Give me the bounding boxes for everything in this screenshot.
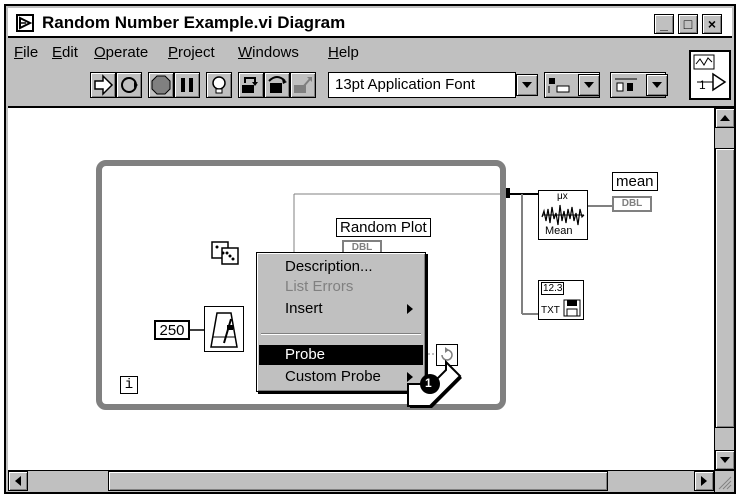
callout-marker: 1 [406,359,466,420]
callout-number: 1 [425,376,432,390]
font-dropdown-button[interactable] [516,74,538,96]
arrow-down-icon [720,457,730,463]
scroll-down-button[interactable] [715,450,735,470]
vertical-scrollbar[interactable] [714,106,735,470]
menu-item-list-errors[interactable]: List Errors [259,277,423,297]
vi-diagram-window: Random Number Example.vi Diagram _ □ × F… [4,4,736,494]
highlight-execution-button[interactable] [206,72,232,98]
menu-separator [261,333,421,335]
connector-label: 1 [699,78,706,92]
dice-icon [211,241,239,265]
window-title: Random Number Example.vi Diagram [42,13,346,32]
submenu-arrow-icon [407,304,413,314]
arrow-up-icon [720,115,730,121]
menu-item-custom-probe[interactable]: Custom Probe [259,367,423,387]
block-diagram[interactable]: i 250 Random Plot DBL μx Mean mean DBL 1… [8,106,714,470]
menu-item-probe[interactable]: Probe [259,345,423,365]
resize-grip-icon [718,476,732,490]
pause-button[interactable] [174,72,200,98]
wait-constant[interactable]: 250 [154,320,190,340]
abort-button[interactable] [148,72,174,98]
arrow-left-icon [15,476,21,486]
close-button[interactable]: × [702,14,722,34]
step-into-button[interactable] [238,72,264,98]
menu-operate[interactable]: Operate [94,44,148,61]
stop-icon [151,75,171,95]
context-menu: Description... List Errors Insert Probe … [256,252,426,392]
vi-icon [693,54,727,92]
mean-function[interactable]: μx Mean [538,190,588,240]
scroll-left-button[interactable] [8,471,28,491]
align-icon [548,78,570,93]
mean-symbol: μx [557,191,568,202]
step-out-icon [294,77,312,93]
run-continuously-icon [121,77,138,93]
mean-label[interactable]: mean [612,172,658,191]
run-button[interactable] [90,72,116,98]
horizontal-scroll-thumb[interactable] [108,471,608,491]
format-icon-top: 12.3 [541,282,565,295]
title-bar[interactable]: Random Number Example.vi Diagram _ □ × [8,8,732,38]
labview-window-icon [16,14,34,32]
menu-item-description[interactable]: Description... [259,257,423,277]
step-out-button[interactable] [290,72,316,98]
random-number-function[interactable] [208,238,242,268]
random-plot-label[interactable]: Random Plot [336,218,431,237]
maximize-button[interactable]: □ [678,14,698,34]
metronome-icon [210,312,238,348]
scroll-up-button[interactable] [715,108,735,128]
menu-bar: File Edit Operate Project Windows Help [8,42,668,64]
menu-file[interactable]: File [14,44,38,61]
step-over-icon [268,76,287,93]
mean-terminal[interactable]: DBL [612,196,652,212]
menu-windows[interactable]: Windows [238,44,299,61]
distribute-icon [615,78,637,92]
distribute-dropdown-button[interactable] [646,74,668,96]
wait-function[interactable] [204,306,244,352]
toolbar: 13pt Application Font [6,66,734,104]
menu-edit[interactable]: Edit [52,44,78,61]
horizontal-scrollbar[interactable] [8,470,714,492]
write-to-text-file-function[interactable]: 12.3 TXT [538,280,584,320]
format-icon-bottom: TXT [541,305,560,316]
mean-function-label: Mean [545,225,573,237]
align-dropdown-button[interactable] [578,74,600,96]
arrow-right-icon [701,476,707,486]
resize-grip[interactable] [714,470,734,492]
font-select[interactable]: 13pt Application Font [328,72,516,98]
callout-arrow-icon [407,359,462,408]
step-into-icon [242,77,258,93]
minimize-button[interactable]: _ [654,14,674,34]
lightbulb-icon [212,76,226,94]
run-continuously-button[interactable] [116,72,142,98]
scroll-right-button[interactable] [694,471,714,491]
floppy-disk-icon [563,299,581,317]
pause-icon [181,78,193,92]
menu-item-insert[interactable]: Insert [259,299,423,319]
run-arrow-icon [94,74,114,96]
step-over-button[interactable] [264,72,290,98]
menu-help[interactable]: Help [328,44,359,61]
connector-pane-icon[interactable]: 1 [689,50,731,100]
iteration-terminal[interactable]: i [120,376,138,394]
vertical-scroll-thumb[interactable] [715,148,735,428]
menu-project[interactable]: Project [168,44,215,61]
